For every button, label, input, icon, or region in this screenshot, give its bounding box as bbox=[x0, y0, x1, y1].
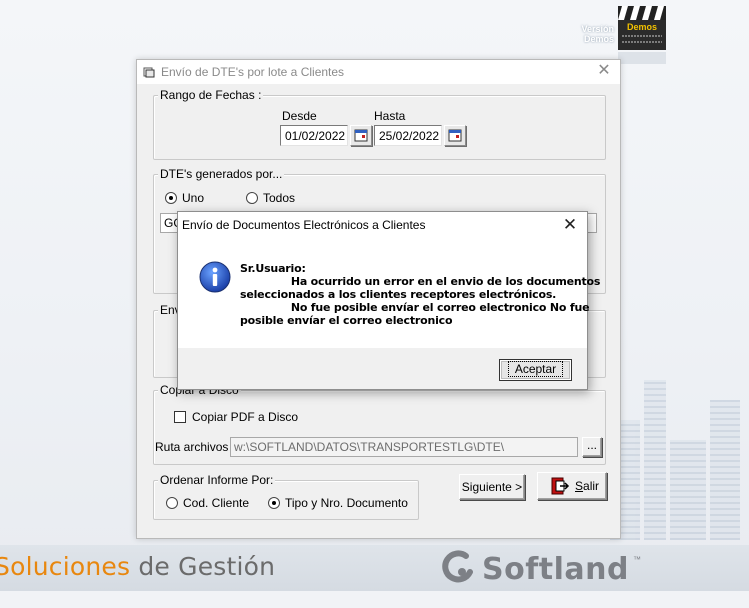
to-date-input[interactable]: 25/02/2022 bbox=[374, 125, 442, 146]
exit-button-label: Salir bbox=[575, 479, 599, 493]
to-calendar-button[interactable] bbox=[444, 125, 466, 146]
error-dialog: Envío de Documentos Electrónicos a Clien… bbox=[177, 211, 601, 390]
brand-tagline: Soluciones de Gestión bbox=[0, 552, 275, 581]
window-titlebar[interactable]: Envío de DTE's por lote a Clientes ✕ bbox=[137, 60, 620, 84]
exit-button[interactable]: Salir bbox=[537, 472, 607, 500]
window-title: Envío de DTE's por lote a Clientes bbox=[161, 65, 345, 79]
radio-cod-cliente-label: Cod. Cliente bbox=[183, 496, 250, 510]
radio-cod-cliente[interactable] bbox=[166, 497, 178, 509]
softland-logo-icon bbox=[442, 550, 473, 583]
browse-button[interactable]: ... bbox=[582, 437, 602, 457]
softland-logo: Softland ™ bbox=[440, 549, 641, 589]
trademark: ™ bbox=[632, 555, 641, 564]
dialog-close-icon[interactable]: ✕ bbox=[561, 215, 579, 235]
from-label: Desde bbox=[282, 109, 317, 123]
brand-tagline-part2: de Gestión bbox=[138, 552, 276, 581]
order-group: Ordenar Informe Por: Cod. Cliente Tipo y… bbox=[153, 473, 419, 520]
clapperboard-icon: Demos bbox=[618, 6, 666, 64]
softland-wordmark: Softland bbox=[482, 551, 629, 587]
brand-tagline-part1: Soluciones bbox=[0, 552, 131, 581]
dialog-title: Envío de Documentos Electrónicos a Clien… bbox=[182, 218, 426, 232]
date-range-group: Rango de Fechas : Desde Hasta 01/02/2022… bbox=[153, 88, 606, 160]
from-date-input[interactable]: 01/02/2022 bbox=[280, 125, 348, 146]
accept-button-label: Aceptar bbox=[507, 361, 564, 377]
accept-button[interactable]: Aceptar bbox=[499, 359, 572, 381]
copy-pdf-checkbox[interactable] bbox=[174, 411, 186, 423]
order-legend: Ordenar Informe Por: bbox=[158, 473, 276, 487]
radio-uno-label: Uno bbox=[182, 191, 205, 205]
exit-accesskey: S bbox=[575, 479, 584, 493]
date-range-legend: Rango de Fechas : bbox=[158, 88, 264, 102]
version-label: Versión Demos bbox=[581, 24, 614, 44]
copy-pdf-label: Copiar PDF a Disco bbox=[192, 410, 299, 424]
dialog-titlebar[interactable]: Envío de Documentos Electrónicos a Clien… bbox=[178, 212, 587, 239]
next-button[interactable]: Siguiente > bbox=[459, 474, 525, 500]
info-icon bbox=[199, 261, 231, 293]
to-label: Hasta bbox=[374, 109, 406, 123]
calendar-icon bbox=[354, 129, 368, 142]
bottom-strip bbox=[0, 591, 749, 608]
background-city-graphic bbox=[600, 370, 749, 540]
window-app-icon bbox=[143, 67, 155, 78]
radio-tipo-nro-label: Tipo y Nro. Documento bbox=[285, 496, 408, 510]
path-label: Ruta archivos : bbox=[155, 440, 236, 454]
clapper-label: Demos bbox=[627, 22, 657, 32]
radio-todos-label: Todos bbox=[263, 191, 296, 205]
path-input[interactable]: w:\SOFTLAND\DATOS\TRANSPORTESTLG\DTE\ bbox=[230, 437, 578, 457]
exit-door-icon bbox=[551, 477, 570, 495]
from-calendar-button[interactable] bbox=[350, 125, 372, 146]
exit-label-rest: alir bbox=[583, 479, 600, 493]
radio-uno[interactable] bbox=[165, 192, 177, 204]
dialog-message: Sr.Usuario: Ha ocurrido un error en el e… bbox=[240, 262, 601, 327]
radio-tipo-nro[interactable] bbox=[268, 497, 280, 509]
calendar-icon bbox=[448, 129, 462, 142]
generated-by-legend: DTE's generados por... bbox=[158, 167, 285, 181]
radio-todos[interactable] bbox=[246, 192, 258, 204]
dialog-body: Sr.Usuario: Ha ocurrido un error en el e… bbox=[178, 239, 601, 348]
window-close-icon[interactable]: ✕ bbox=[596, 62, 612, 80]
